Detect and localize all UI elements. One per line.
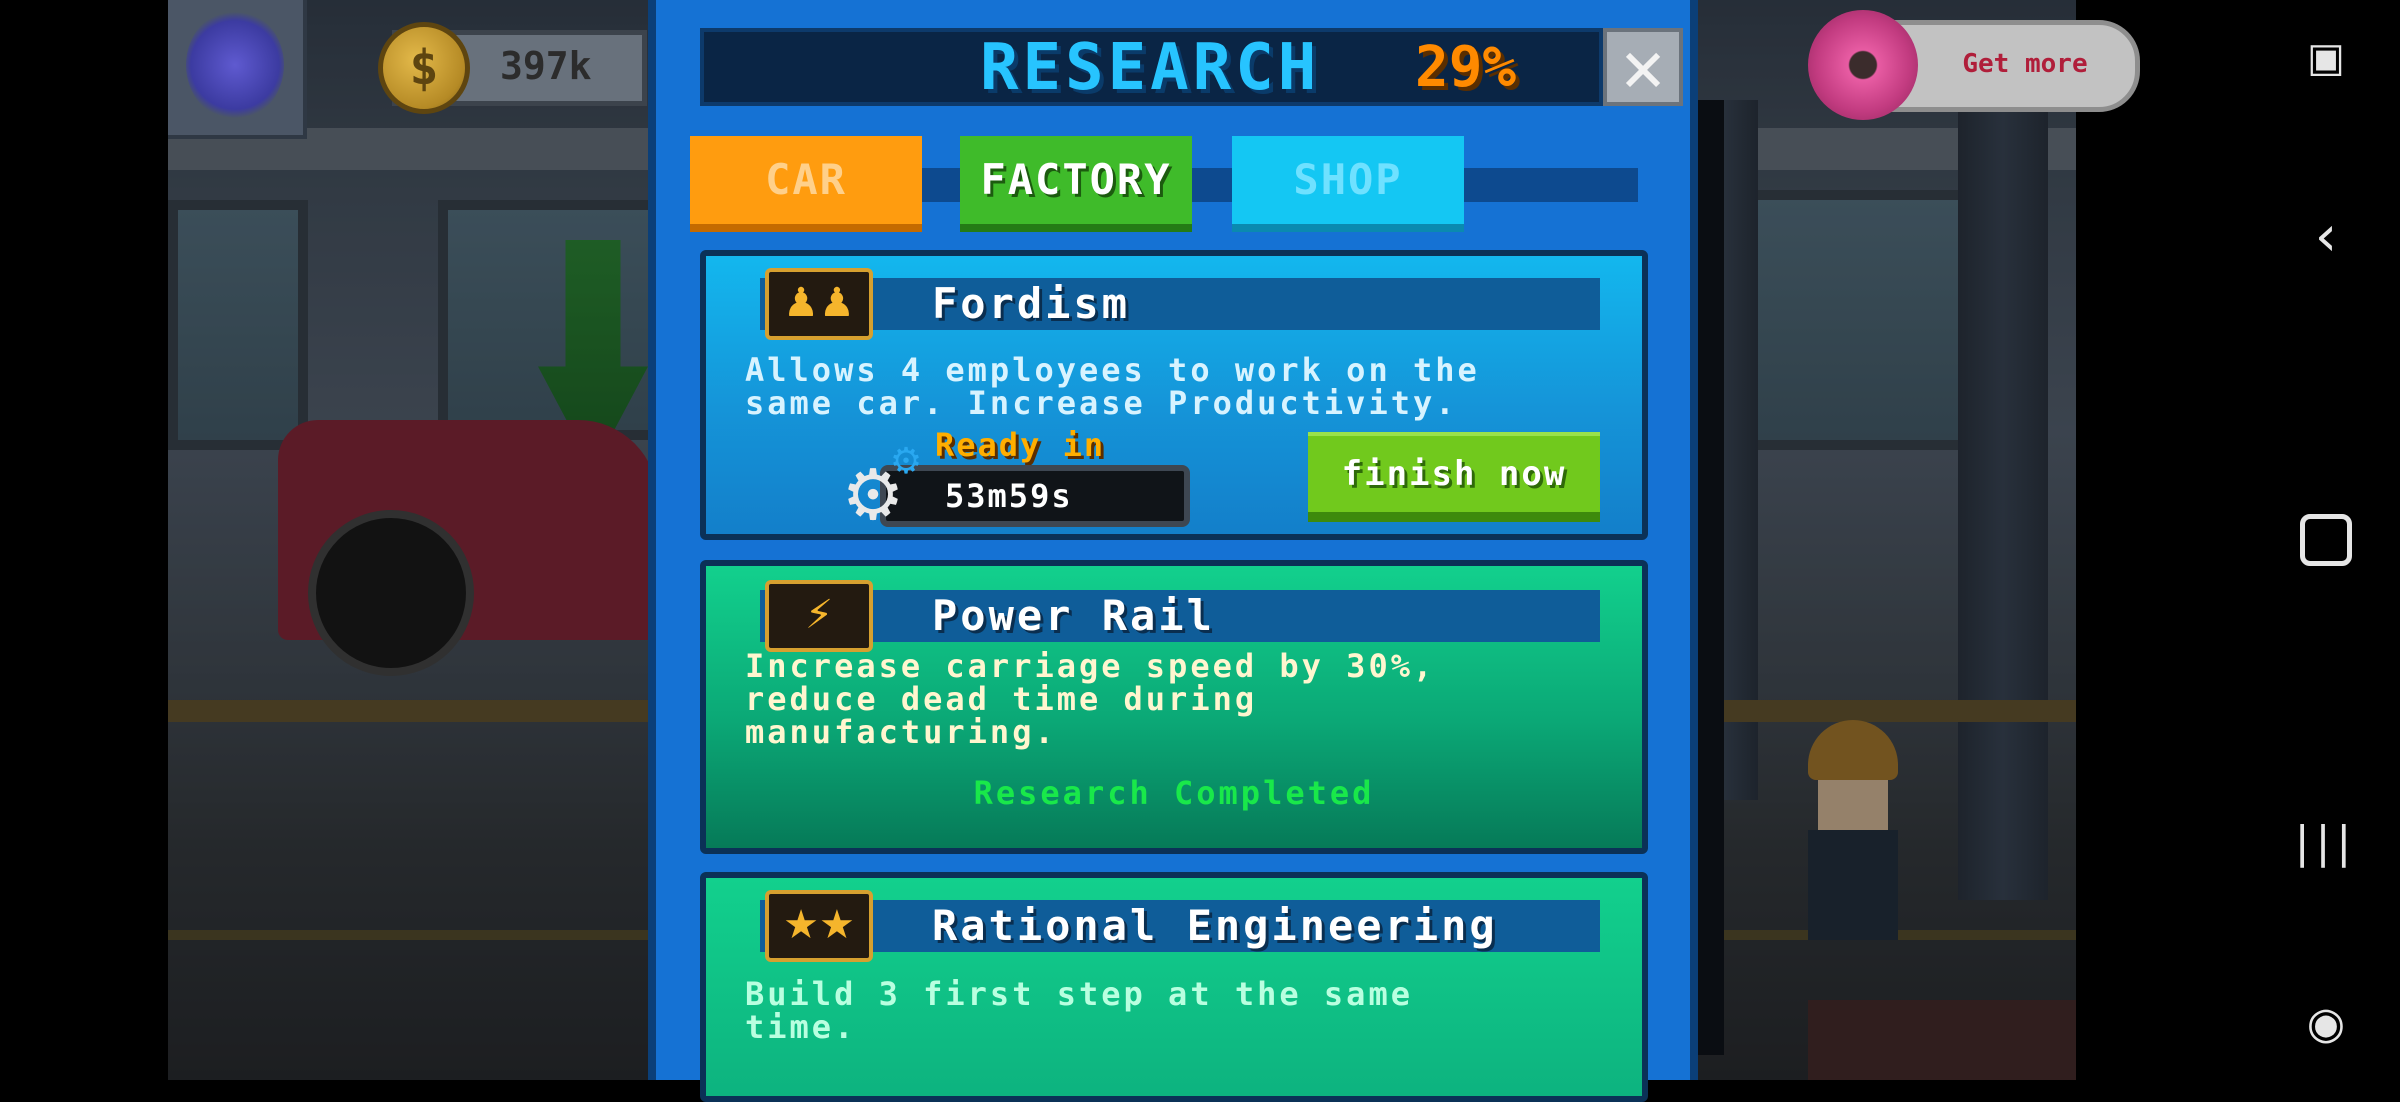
get-more-label[interactable]: Get more [1940,44,2110,84]
close-button[interactable]: ✕ [1603,28,1683,106]
card-description: Allows 4 employees to work on the same c… [745,351,1480,422]
workers-icon: ♟♟ [765,268,873,340]
coin-amount: 397k [500,44,592,88]
finish-now-button[interactable]: finish now [1308,432,1600,522]
card-title-band [760,278,1600,330]
donut-icon [1808,10,1918,120]
tab-car[interactable]: CAR [690,136,922,232]
player-avatar[interactable] [168,0,307,139]
system-nav-bar [2176,0,2400,1080]
card-title: Fordism [932,279,1131,328]
card-description: Build 3 first step at the same time. [745,975,1413,1046]
back-icon[interactable]: ‹ [2296,204,2356,269]
tab-shop[interactable]: SHOP [1232,136,1464,232]
card-description: Increase carriage speed by 30%, reduce d… [745,647,1436,751]
game-tools-icon[interactable]: ◉ [2296,993,2356,1053]
card-title: Rational Engineering [932,901,1498,950]
card-title: Power Rail [932,591,1215,640]
coin-icon: $ [378,22,470,114]
tab-factory[interactable]: FACTORY [960,136,1192,232]
recent-apps-icon[interactable]: ||| [2295,812,2356,872]
engineering-icon: ★★ [765,890,873,962]
research-timer: 53m59s [945,477,1073,515]
research-title: RESEARCH [980,31,1321,105]
research-completed-status: Research Completed [973,774,1375,812]
small-gear-icon: ⚙ [889,441,923,482]
research-progress-percent: 29% [1415,35,1517,100]
home-icon[interactable] [2296,510,2356,570]
panel-shadow [1698,100,1724,1055]
screen-touch-icon[interactable]: ▣ [2296,28,2356,88]
ready-in-label: Ready in [935,426,1106,464]
power-rail-icon: ⚡ [765,580,873,652]
